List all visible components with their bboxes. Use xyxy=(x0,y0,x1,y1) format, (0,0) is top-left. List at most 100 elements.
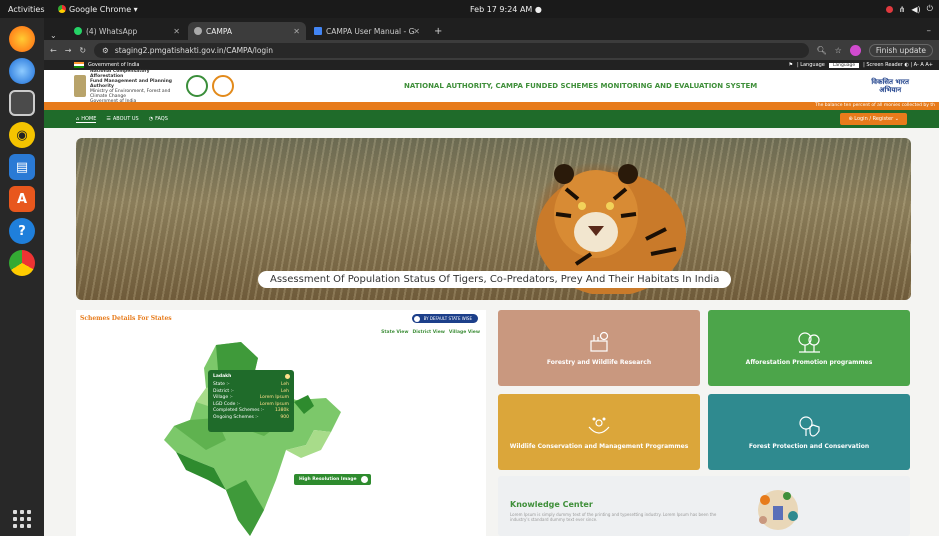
address-bar-row: ← → ↻ ⚙ staging2.pmgatishakti.gov.in/CAM… xyxy=(44,40,939,60)
tab-user-manual[interactable]: CAMPA User Manual - G ✕ xyxy=(308,22,426,40)
site-info-icon[interactable]: ⚙ xyxy=(102,46,109,55)
sitemap-icon[interactable]: ⚑ xyxy=(788,62,792,68)
paw-hands-icon xyxy=(588,417,610,434)
language-label: | Language xyxy=(796,62,825,68)
knowledge-illustration xyxy=(758,490,798,530)
browser-window: ⌄ (4) WhatsApp ✕ CAMPA ✕ CAMPA User Manu… xyxy=(44,18,939,536)
site-icon xyxy=(194,27,202,35)
tooltip-key: Ongoing Schemes :- xyxy=(213,414,259,420)
schemes-panel: Schemes Details For States BY DEFAULT ST… xyxy=(76,310,486,536)
ministry-line: Government of India xyxy=(90,98,137,104)
volume-icon: ◀) xyxy=(911,4,921,14)
forward-icon[interactable]: → xyxy=(65,46,72,55)
back-icon[interactable]: ← xyxy=(50,46,57,55)
tab-campa[interactable]: CAMPA ✕ xyxy=(188,22,306,40)
rhythmbox-icon[interactable]: ◉ xyxy=(9,122,35,148)
close-icon[interactable] xyxy=(285,374,290,379)
url-text: staging2.pmgatishakti.gov.in/CAMPA/login xyxy=(114,45,274,55)
chrome-dock-icon[interactable] xyxy=(9,250,35,276)
knowledge-text: Lorem Ipsum is simply dummy text of the … xyxy=(510,512,717,522)
show-apps-icon[interactable] xyxy=(11,508,33,530)
language-select[interactable]: Language xyxy=(828,62,860,68)
tile-label: Forestry and Wildlife Research xyxy=(546,358,652,366)
view-switcher: State View District View Village View xyxy=(381,330,480,335)
nav-home-label: HOME xyxy=(81,115,97,122)
site-title: NATIONAL AUTHORITY, CAMPA FUNDED SCHEMES… xyxy=(404,82,758,90)
login-icon: ⊕ xyxy=(848,116,853,122)
ministry-line: National Compensatory Afforestation xyxy=(90,68,150,79)
schemes-title: Schemes Details For States xyxy=(80,315,172,322)
district-view-link[interactable]: District View xyxy=(413,330,445,335)
village-view-link[interactable]: Village View xyxy=(449,330,480,335)
tree-shield-icon xyxy=(799,415,820,437)
firefox-icon[interactable] xyxy=(9,26,35,52)
app-menu[interactable]: Google Chrome ▾ xyxy=(58,5,138,14)
zoom-icon[interactable]: 🔍︎ xyxy=(817,46,827,55)
system-tray[interactable]: ⋔ ◀) ⏻ xyxy=(885,4,933,14)
home-icon: ⌂ xyxy=(76,115,80,122)
writer-icon[interactable]: ▤ xyxy=(9,154,35,180)
tooltip-title: Ladakh xyxy=(213,374,232,379)
login-register-button[interactable]: ⊕ Login / Register ⌄ xyxy=(840,113,907,125)
bookmark-icon[interactable]: ☆ xyxy=(835,46,842,55)
tile-label: Forest Protection and Conservation xyxy=(748,442,870,450)
accessibility-bar: ⚑ | Language Language | Screen Reader ◐ … xyxy=(788,62,933,68)
site-header: National Compensatory Afforestation Fund… xyxy=(44,69,939,104)
files-icon[interactable] xyxy=(9,90,35,116)
tile-forest-protection[interactable]: Forest Protection and Conservation xyxy=(708,394,910,470)
close-icon[interactable]: ✕ xyxy=(413,27,420,36)
whatsapp-icon xyxy=(74,27,82,35)
hero-caption: Assessment Of Population Status Of Tiger… xyxy=(258,271,732,288)
tooltip-row: Ongoing Schemes :- 900 xyxy=(213,415,289,422)
tile-afforestation[interactable]: Afforestation Promotion programmes xyxy=(708,310,910,386)
nav-about[interactable]: ☰ ABOUT US xyxy=(106,116,138,122)
clock[interactable]: Feb 17 9:24 AM ● xyxy=(470,5,542,14)
minimize-icon[interactable]: – xyxy=(927,22,939,40)
dock: ◉ ▤ A ? xyxy=(0,18,44,536)
screen-reader-link[interactable]: | Screen Reader ◐ | A- A A+ xyxy=(863,62,933,68)
ministry-text: National Compensatory Afforestation Fund… xyxy=(90,69,180,104)
nav-about-label: ABOUT US xyxy=(112,116,139,122)
state-view-link[interactable]: State View xyxy=(381,330,408,335)
gov-label: Government of India xyxy=(88,62,140,68)
nav-home[interactable]: ⌂ HOME xyxy=(76,115,97,123)
record-icon xyxy=(885,5,893,13)
research-icon xyxy=(590,331,609,352)
viksit-bharat-logo: विकसित भारत अभियान xyxy=(871,78,909,94)
web-page: Government of India ⚑ | Language Languag… xyxy=(44,60,939,536)
state-tooltip: Ladakh State :- Leh District :- Leh Villag… xyxy=(208,370,294,432)
trees-icon xyxy=(798,331,820,353)
tile-forestry-research[interactable]: Forestry and Wildlife Research xyxy=(498,310,700,386)
help-icon[interactable]: ? xyxy=(9,218,35,244)
power-icon: ⏻ xyxy=(926,4,933,13)
campa-logo xyxy=(186,75,208,97)
profile-avatar[interactable] xyxy=(849,44,861,56)
tooltip-value: 900 xyxy=(280,414,289,420)
main-nav: ⌂ HOME ☰ ABOUT US ◔ FAQS ⊕ Login / Regis… xyxy=(44,110,939,128)
ministry-line: Fund Management and Planning Authority xyxy=(90,78,173,89)
docs-icon xyxy=(314,27,322,35)
state-wise-toggle[interactable]: BY DEFAULT STATE WISE xyxy=(411,314,478,323)
list-icon: ☰ xyxy=(106,116,111,122)
knowledge-center-card[interactable]: Knowledge Center Lorem Ipsum is simply d… xyxy=(498,476,910,536)
high-resolution-toggle[interactable]: High Resolution Image xyxy=(294,474,371,485)
url-field[interactable]: ⚙ staging2.pmgatishakti.gov.in/CAMPA/log… xyxy=(94,42,809,58)
tile-label: Afforestation Promotion programmes xyxy=(745,358,873,366)
tab-label: CAMPA xyxy=(206,26,233,36)
software-icon[interactable]: A xyxy=(9,186,35,212)
chrome-icon xyxy=(58,5,66,13)
nav-faqs[interactable]: ◔ FAQS xyxy=(149,116,168,122)
tile-label: Wildlife Conservation and Management Pro… xyxy=(509,442,689,450)
reload-icon[interactable]: ↻ xyxy=(79,46,86,55)
tab-search-icon[interactable]: ⌄ xyxy=(50,31,66,40)
tab-whatsapp[interactable]: (4) WhatsApp ✕ xyxy=(68,22,186,40)
emblem-logo xyxy=(74,75,86,97)
g20-logo xyxy=(212,75,234,97)
close-icon[interactable]: ✕ xyxy=(293,27,300,36)
thunderbird-icon[interactable] xyxy=(9,58,35,84)
tile-wildlife-conservation[interactable]: Wildlife Conservation and Management Pro… xyxy=(498,394,700,470)
finish-update-button[interactable]: Finish update xyxy=(868,43,933,57)
new-tab-button[interactable]: + xyxy=(428,22,448,40)
close-icon[interactable]: ✕ xyxy=(173,27,180,36)
activities-button[interactable]: Activities xyxy=(8,5,58,14)
